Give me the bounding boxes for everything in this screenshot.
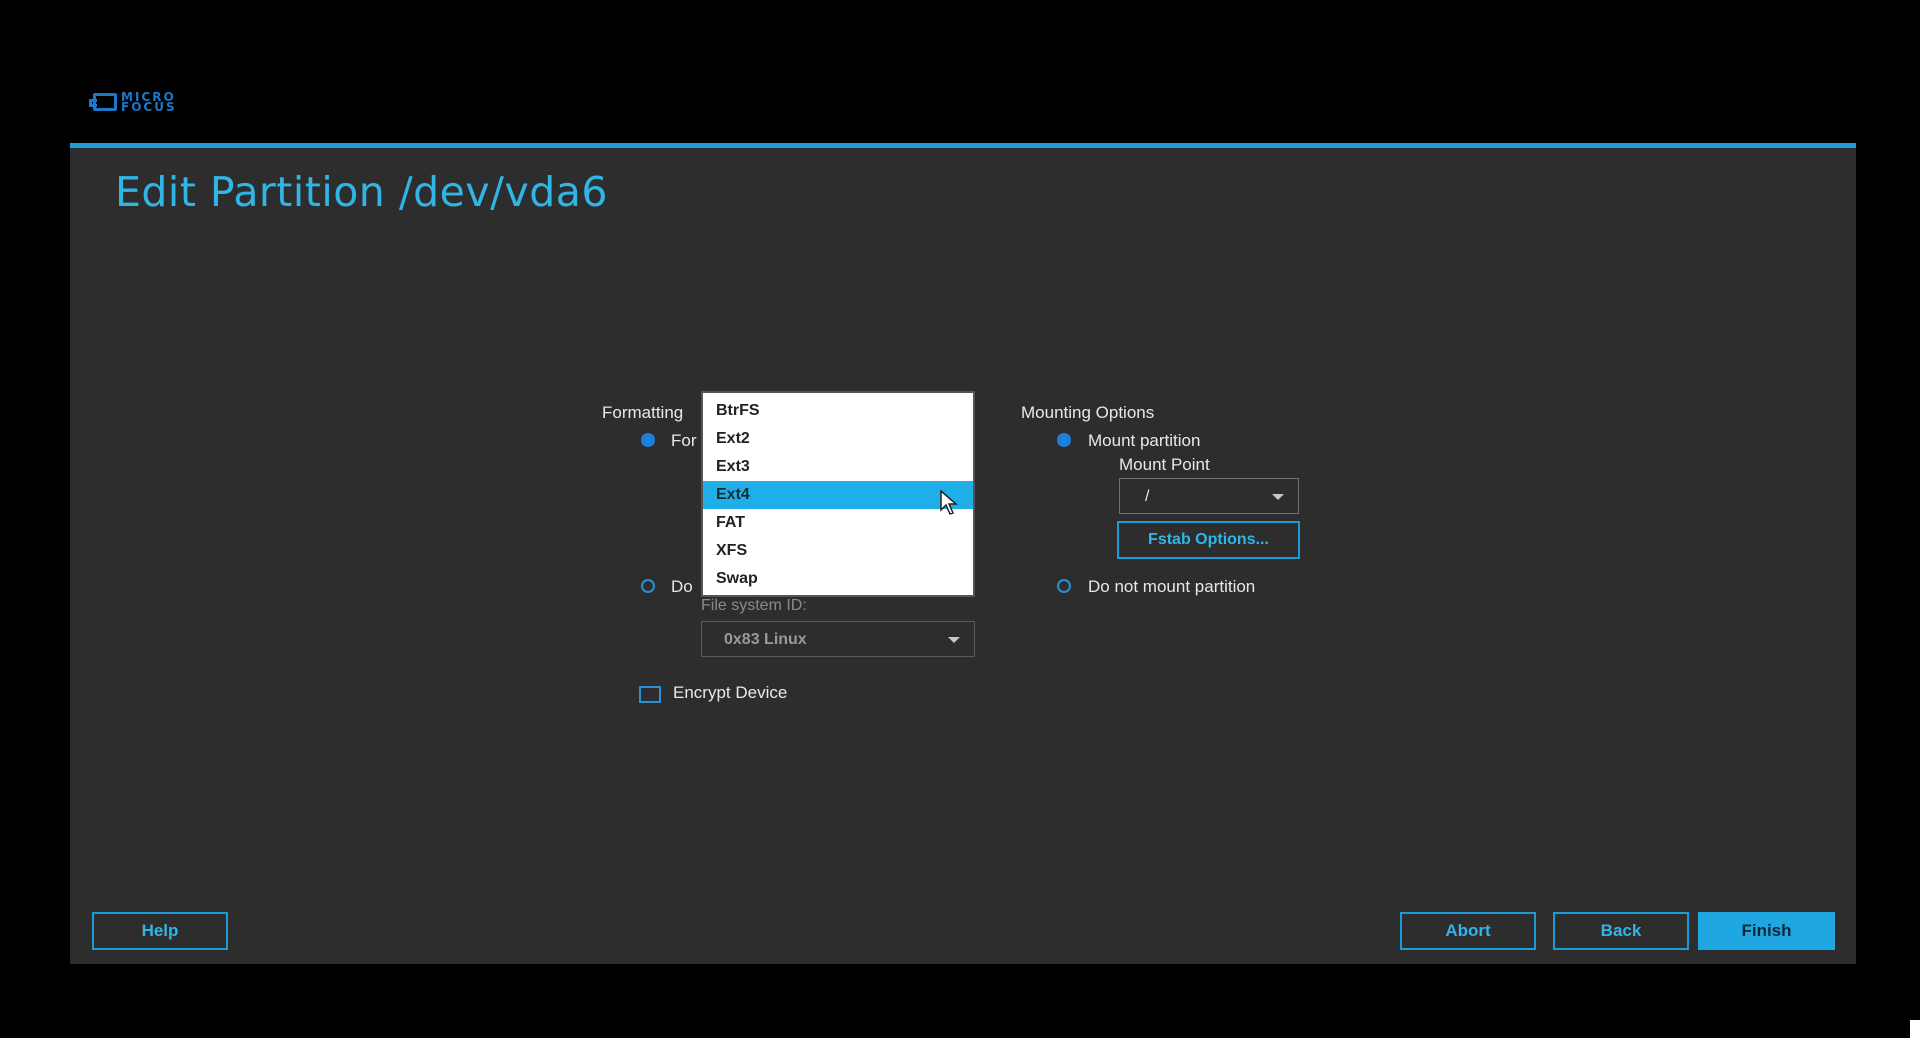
- do-not-mount-label: Do not mount partition: [1088, 577, 1256, 596]
- do-not-format-label: Do: [671, 577, 693, 596]
- format-partition-label: For: [671, 431, 697, 450]
- file-system-id-label: File system ID:: [701, 597, 807, 614]
- fstab-options-button[interactable]: Fstab Options...: [1117, 521, 1300, 559]
- filesystem-option[interactable]: Ext3: [703, 453, 973, 481]
- file-system-id-select[interactable]: 0x83 Linux: [701, 621, 975, 657]
- finish-button[interactable]: Finish: [1698, 912, 1835, 950]
- help-button[interactable]: Help: [92, 912, 228, 950]
- screen-corner-mark: [1910, 1020, 1920, 1038]
- filesystem-option[interactable]: Swap: [703, 565, 973, 593]
- format-partition-radio[interactable]: [641, 433, 655, 447]
- filesystem-option[interactable]: XFS: [703, 537, 973, 565]
- mount-partition-label: Mount partition: [1088, 431, 1201, 450]
- do-not-format-radio[interactable]: [641, 579, 655, 593]
- chevron-down-icon: [948, 637, 960, 643]
- do-not-mount-radio[interactable]: [1057, 579, 1071, 593]
- filesystem-dropdown-list[interactable]: BtrFS Ext2 Ext3 Ext4 FAT XFS Swap: [701, 391, 975, 597]
- filesystem-option[interactable]: Ext2: [703, 425, 973, 453]
- mount-point-label: Mount Point: [1119, 455, 1210, 474]
- filesystem-option[interactable]: BtrFS: [703, 397, 973, 425]
- encrypt-device-label: Encrypt Device: [673, 683, 788, 702]
- abort-button[interactable]: Abort: [1400, 912, 1536, 950]
- logo-icon: [89, 93, 117, 111]
- mount-partition-radio[interactable]: [1057, 433, 1071, 447]
- encrypt-device-checkbox[interactable]: [639, 686, 661, 703]
- mouse-cursor-icon: [940, 490, 959, 515]
- filesystem-option[interactable]: FAT: [703, 509, 973, 537]
- mount-point-select[interactable]: /: [1119, 478, 1299, 514]
- filesystem-option-selected[interactable]: Ext4: [703, 481, 973, 509]
- chevron-down-icon: [1272, 494, 1284, 500]
- back-button[interactable]: Back: [1553, 912, 1689, 950]
- micro-focus-logo: MICRO FOCUS: [89, 91, 177, 114]
- mount-point-value: /: [1145, 488, 1150, 505]
- logo-text-line2: FOCUS: [121, 100, 177, 114]
- mounting-group-label: Mounting Options: [1021, 403, 1155, 422]
- file-system-id-value: 0x83 Linux: [724, 631, 807, 648]
- page-title: Edit Partition /dev/vda6: [115, 168, 608, 216]
- formatting-group-label: Formatting: [602, 403, 684, 422]
